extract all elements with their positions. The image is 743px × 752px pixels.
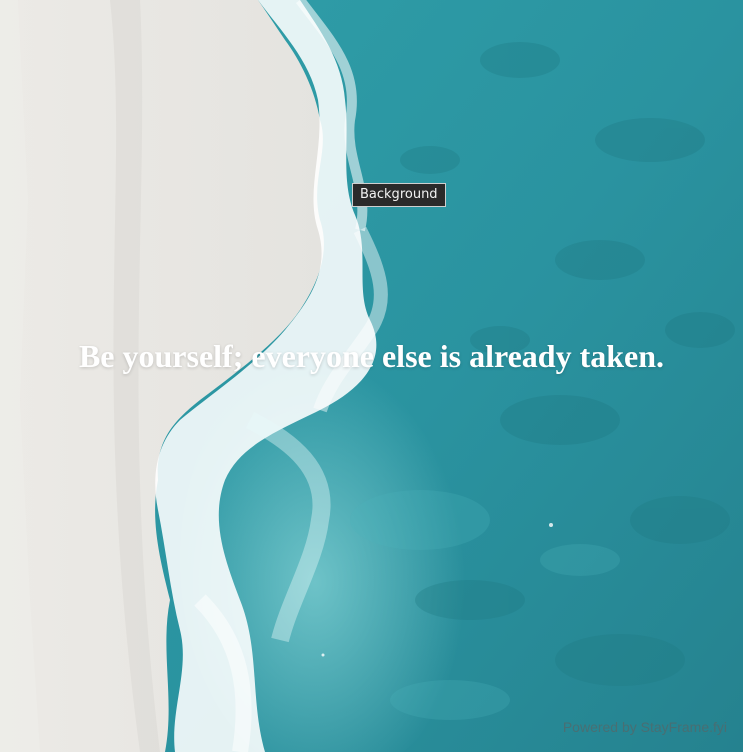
powered-by-link[interactable]: Powered by StayFrame.fyi xyxy=(563,719,727,735)
page-stage: Background Be yourself; everyone else is… xyxy=(0,0,743,752)
quote-text: Be yourself; everyone else is already ta… xyxy=(78,338,665,374)
background-tooltip: Background xyxy=(352,183,446,207)
